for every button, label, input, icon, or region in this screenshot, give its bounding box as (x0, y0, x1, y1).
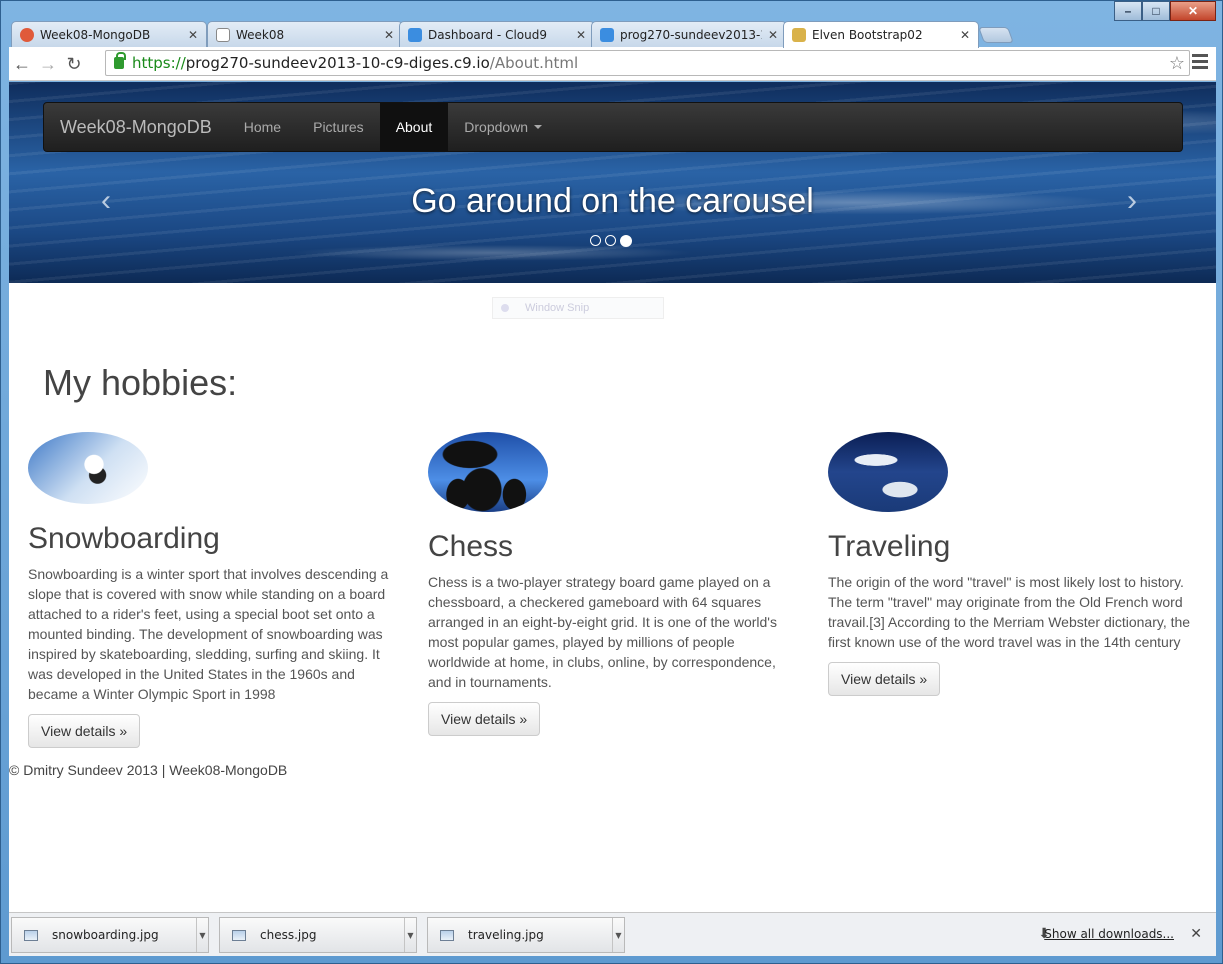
caret-down-icon (534, 125, 543, 129)
tab-close-icon[interactable]: ✕ (188, 28, 198, 42)
minimize-button[interactable]: – (1114, 1, 1142, 21)
download-item[interactable]: snowboarding.jpg ▼ (11, 917, 209, 953)
tab-close-icon[interactable]: ✕ (768, 28, 778, 42)
dropdown-label: Dropdown (464, 119, 529, 135)
tab-week08[interactable]: Week08 ✕ (207, 21, 403, 47)
hobby-description: Snowboarding is a winter sport that invo… (28, 566, 389, 702)
download-filename: traveling.jpg (468, 928, 544, 942)
bookmark-star-icon[interactable]: ☆ (1169, 53, 1185, 74)
image-file-icon (24, 929, 38, 941)
tab-label: prog270-sundeev2013-10 (620, 27, 762, 42)
reload-button[interactable]: ↻ (61, 51, 87, 77)
close-window-button[interactable]: ✕ (1170, 1, 1216, 21)
back-button[interactable]: ← (9, 51, 35, 77)
tab-close-icon[interactable]: ✕ (384, 28, 394, 42)
navbar-brand[interactable]: Week08-MongoDB (44, 103, 228, 151)
hobby-title: Traveling (828, 530, 951, 563)
tab-dashboard-cloud9[interactable]: Dashboard - Cloud9 ✕ (399, 21, 595, 47)
carousel-indicator-active[interactable] (620, 235, 632, 247)
forward-button[interactable]: → (35, 51, 61, 77)
browser-window: – □ ✕ Week08-MongoDB ✕ Week08 ✕ Dashboar… (0, 0, 1223, 964)
footer: © Dmitry Sundeev 2013 | Week08-MongoDB (9, 762, 288, 778)
tab-week08-mongodb[interactable]: Week08-MongoDB ✕ (11, 21, 207, 47)
maximize-button[interactable]: □ (1142, 1, 1170, 21)
download-item[interactable]: traveling.jpg ▼ (427, 917, 625, 953)
hobby-title: Chess (428, 530, 514, 563)
carousel-indicator[interactable] (590, 235, 601, 246)
nav-dropdown[interactable]: Dropdown (448, 103, 558, 151)
show-all-downloads-link[interactable]: Show all downloads... (1044, 927, 1174, 941)
new-tab-button[interactable] (978, 27, 1014, 43)
url-scheme: https:// (132, 54, 186, 72)
tab-prog270[interactable]: prog270-sundeev2013-10 ✕ (591, 21, 787, 47)
snowboarding-image (28, 432, 148, 504)
tab-label: Week08 (236, 27, 285, 42)
hobby-description: Chess is a two-player strategy board gam… (428, 574, 777, 690)
carousel-indicators (590, 235, 632, 247)
chevron-down-icon[interactable]: ▼ (612, 918, 624, 952)
download-shelf: snowboarding.jpg ▼ chess.jpg ▼ traveling… (9, 912, 1216, 956)
tab-strip: Week08-MongoDB ✕ Week08 ✕ Dashboard - Cl… (11, 21, 1111, 48)
image-file-icon (440, 929, 454, 941)
browser-toolbar: ← → ↻ https:// prog270-sundeev2013-10-c9… (9, 47, 1216, 81)
cloud9-icon (408, 27, 422, 42)
hamburger-menu-icon[interactable] (1192, 54, 1208, 72)
hobby-description: The origin of the word "travel" is most … (828, 574, 1191, 650)
download-filename: chess.jpg (260, 928, 317, 942)
image-file-icon (232, 929, 246, 941)
page-title: My hobbies: (43, 362, 238, 403)
url-host: prog270-sundeev2013-10-c9-diges.c9.io (185, 54, 490, 72)
view-details-button[interactable]: View details » (428, 702, 541, 736)
tab-label: Dashboard - Cloud9 (428, 27, 547, 42)
tab-label: Elven Bootstrap02 (812, 28, 923, 42)
favicon-icon (20, 27, 34, 42)
nav-about[interactable]: About (379, 103, 449, 151)
traveling-image (828, 432, 948, 512)
tab-elven-bootstrap02[interactable]: Elven Bootstrap02 ✕ (783, 21, 979, 48)
page-icon (216, 27, 230, 42)
carousel: Week08-MongoDB Home Pictures About Dropd… (9, 82, 1216, 283)
download-filename: snowboarding.jpg (52, 928, 159, 942)
tab-label: Week08-MongoDB (40, 27, 151, 42)
nav-home[interactable]: Home (228, 103, 297, 151)
hobby-title: Snowboarding (28, 522, 220, 555)
snip-label: Window Snip (525, 302, 590, 314)
view-details-button[interactable]: View details » (28, 714, 141, 748)
address-bar[interactable]: https:// prog270-sundeev2013-10-c9-diges… (105, 50, 1190, 76)
chevron-down-icon[interactable]: ▼ (404, 918, 416, 952)
favicon-icon (792, 28, 806, 42)
nav-pictures[interactable]: Pictures (297, 103, 380, 151)
view-details-button[interactable]: View details » (828, 662, 941, 696)
window-controls: – □ ✕ (1114, 1, 1216, 21)
tab-close-icon[interactable]: ✕ (576, 28, 586, 42)
cloud9-icon (600, 27, 614, 42)
chess-image (428, 432, 548, 512)
lock-icon (114, 52, 126, 69)
hobby-card-chess: Chess Chess is a two-player strategy boa… (428, 432, 798, 736)
page-viewport: Week08-MongoDB Home Pictures About Dropd… (9, 82, 1216, 912)
window-snip-overlay: Window Snip (492, 297, 664, 319)
snip-icon (501, 304, 509, 312)
carousel-indicator[interactable] (605, 235, 616, 246)
url-path: /About.html (489, 54, 579, 72)
hobby-card-snowboarding: Snowboarding Snowboarding is a winter sp… (28, 432, 398, 748)
chevron-down-icon[interactable]: ▼ (196, 918, 208, 952)
close-shelf-icon[interactable]: ✕ (1190, 925, 1202, 942)
navbar: Week08-MongoDB Home Pictures About Dropd… (43, 102, 1183, 152)
carousel-caption: Go around on the carousel (411, 182, 814, 220)
download-item[interactable]: chess.jpg ▼ (219, 917, 417, 953)
hobby-card-traveling: Traveling The origin of the word "travel… (828, 432, 1198, 696)
tab-close-icon[interactable]: ✕ (960, 28, 970, 42)
